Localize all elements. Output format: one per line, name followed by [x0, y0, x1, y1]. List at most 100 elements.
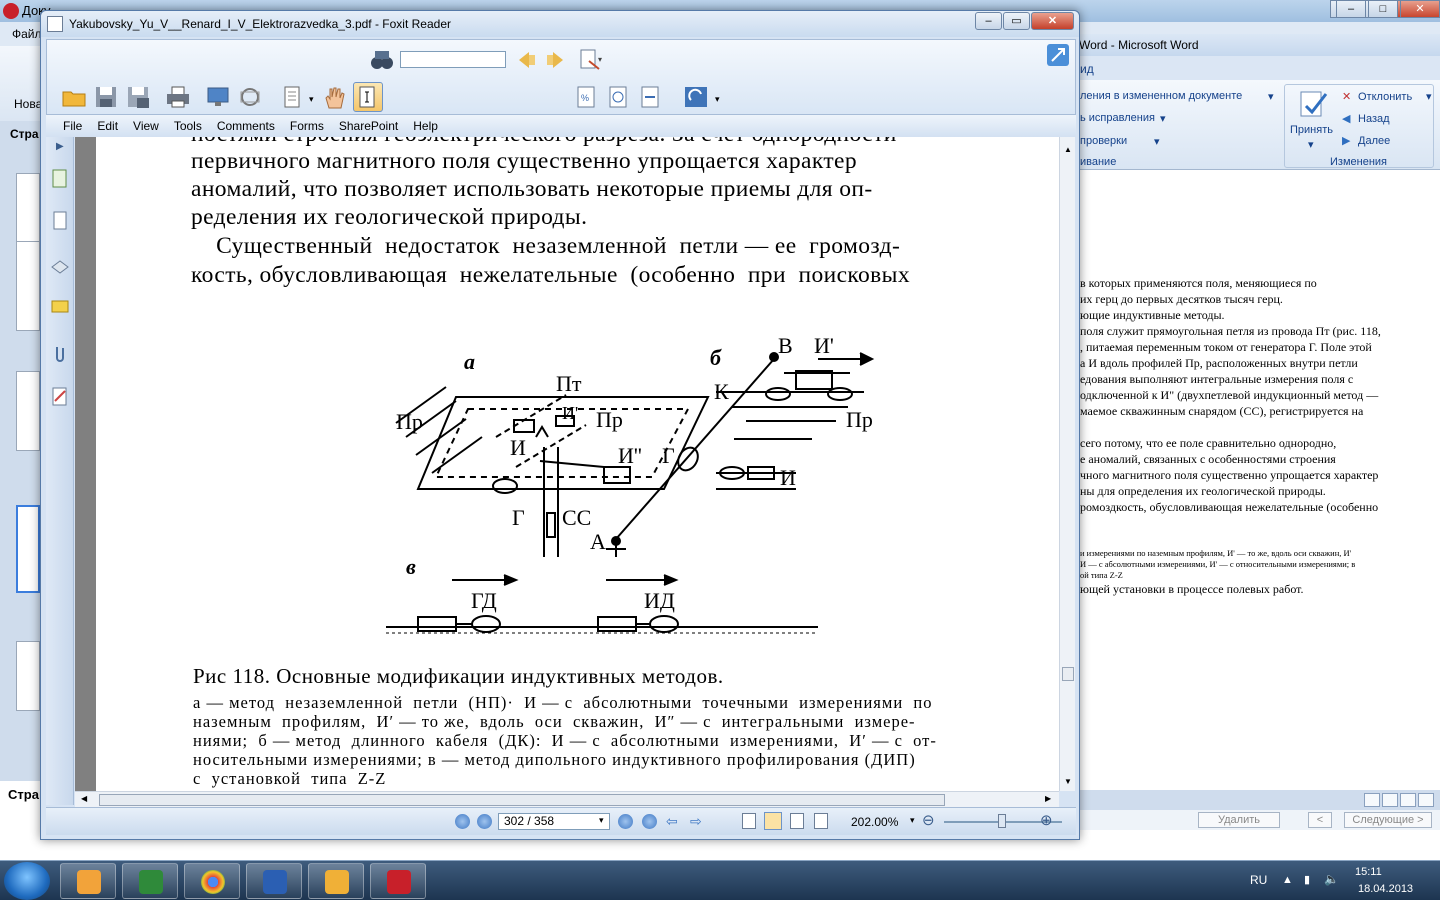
chevron-down-icon[interactable]: ▾ — [1426, 90, 1432, 103]
comments-icon[interactable] — [51, 299, 69, 319]
taskbar-word[interactable] — [246, 863, 302, 899]
page-thumbnail[interactable] — [16, 173, 40, 251]
save-icon[interactable] — [93, 84, 119, 110]
last-page-icon[interactable] — [642, 814, 657, 829]
menu-forms[interactable]: Forms — [290, 119, 324, 133]
menu-file[interactable]: File — [63, 119, 82, 133]
vertical-scrollbar[interactable]: ▲ ▼ — [1059, 137, 1075, 791]
close-icon[interactable]: ✕ — [1031, 12, 1074, 30]
web-layout-icon[interactable] — [1400, 793, 1416, 807]
zoom-in-icon[interactable]: ⊕ — [1040, 811, 1053, 829]
horizontal-scrollbar[interactable]: ◀ ▶ — [75, 791, 1059, 807]
search-options-icon[interactable]: ▾ — [577, 47, 603, 73]
clock-time[interactable]: 15:11 — [1355, 866, 1382, 878]
save-as-icon[interactable] — [125, 84, 151, 110]
taskbar-media-player[interactable] — [60, 863, 116, 899]
print-icon[interactable] — [165, 84, 191, 110]
page-number-field[interactable]: 302 / 358 — [498, 813, 610, 830]
next-change-button[interactable]: Далее — [1358, 135, 1390, 147]
signatures-icon[interactable] — [51, 387, 69, 407]
hand-tool-icon[interactable] — [321, 84, 347, 110]
menu-view[interactable]: View — [133, 119, 159, 133]
zoom-out-icon[interactable]: ⊖ — [922, 811, 935, 829]
outline-icon[interactable] — [1418, 793, 1434, 807]
zoom-level[interactable]: 202.00% — [851, 815, 898, 829]
chevron-down-icon[interactable]: ▾ — [715, 94, 720, 105]
bookmarks-icon[interactable] — [51, 169, 69, 189]
menu-tools[interactable]: Tools — [174, 119, 202, 133]
show-corrections-dropdown[interactable]: ь исправления — [1080, 112, 1155, 124]
close-icon[interactable]: ✕ — [1400, 0, 1440, 18]
page-thumbnail[interactable] — [16, 241, 40, 331]
maximize-icon[interactable]: ▭ — [1003, 12, 1030, 30]
previous-page-icon[interactable] — [477, 814, 492, 829]
taskbar-abbyy[interactable] — [370, 863, 426, 899]
go-back-icon[interactable]: ⇦ — [666, 813, 678, 830]
start-button[interactable] — [4, 862, 50, 900]
single-page-icon[interactable] — [742, 813, 756, 829]
expand-panel-icon[interactable]: ▶ — [56, 141, 64, 152]
volume-icon[interactable]: 🔈 — [1324, 872, 1339, 886]
taskbar-app-green[interactable] — [122, 863, 178, 899]
chevron-down-icon[interactable]: ▾ — [1160, 112, 1166, 125]
full-screen-icon[interactable] — [1382, 793, 1398, 807]
language-indicator[interactable]: RU — [1250, 873, 1267, 887]
zoom-slider-thumb[interactable] — [998, 814, 1006, 828]
scroll-right-icon[interactable]: ▶ — [1045, 794, 1051, 803]
menu-edit[interactable]: Edit — [97, 119, 118, 133]
continuous-icon[interactable] — [764, 812, 782, 830]
chevron-down-icon[interactable]: ▾ — [1308, 138, 1314, 151]
clock-date[interactable]: 18.04.2013 — [1358, 883, 1413, 895]
minimize-icon[interactable]: – — [975, 12, 1002, 30]
chevron-down-icon[interactable]: ▾ — [910, 815, 915, 826]
expand-icon[interactable] — [1047, 44, 1069, 66]
document-view-icon[interactable] — [279, 84, 305, 110]
rotate-icon[interactable] — [683, 84, 709, 110]
reviewing-pane-dropdown[interactable]: проверки — [1080, 135, 1127, 147]
page-thumbnail-selected[interactable] — [16, 505, 40, 593]
menu-help[interactable]: Help — [413, 119, 438, 133]
first-page-icon[interactable] — [455, 814, 470, 829]
word-document[interactable]: в которых применяются поля, меняющиеся п… — [1076, 170, 1440, 794]
binoculars-icon[interactable] — [369, 47, 395, 73]
scroll-down-icon[interactable]: ▼ — [1064, 777, 1072, 786]
accept-button[interactable]: Принять — [1290, 124, 1333, 136]
search-input[interactable] — [400, 51, 506, 68]
menu-sharepoint[interactable]: SharePoint — [339, 119, 398, 133]
network-icon[interactable]: ▮ — [1304, 873, 1310, 886]
layers-icon[interactable] — [51, 255, 69, 275]
minimize-icon[interactable]: – — [1336, 0, 1366, 18]
chevron-down-icon[interactable]: ▾ — [1154, 135, 1160, 148]
find-next-icon[interactable] — [543, 47, 569, 73]
open-folder-icon[interactable] — [61, 84, 87, 110]
word-tab-label[interactable]: ид — [1080, 62, 1094, 76]
delete-button[interactable]: Удалить — [1198, 812, 1280, 828]
chevron-down-icon[interactable]: ▾ — [599, 815, 604, 826]
next-icon[interactable]: ▶ — [1342, 134, 1350, 147]
menu-comments[interactable]: Comments — [217, 119, 275, 133]
actual-size-icon[interactable]: % — [573, 84, 599, 110]
taskbar-foxit[interactable] — [308, 863, 364, 899]
abbyy-menu-file[interactable]: Файл — [12, 27, 42, 41]
attachment-icon[interactable] — [51, 343, 69, 363]
taskbar-chrome[interactable] — [184, 863, 240, 899]
document-viewport[interactable]: постями строения геоэлектрического разре… — [75, 137, 1059, 791]
chevron-down-icon[interactable]: ▾ — [309, 94, 314, 105]
scrollbar-thumb[interactable] — [99, 794, 945, 806]
continuous-facing-icon[interactable] — [814, 813, 828, 829]
fit-page-icon[interactable] — [605, 84, 631, 110]
chevron-down-icon[interactable]: ▾ — [1268, 90, 1274, 103]
facing-icon[interactable] — [790, 813, 804, 829]
previous-change-button[interactable]: Назад — [1358, 113, 1390, 125]
page-thumbnail[interactable] — [16, 371, 40, 451]
abbyy-new-button[interactable]: Нова — [14, 97, 42, 111]
properties-icon[interactable] — [237, 84, 263, 110]
reject-icon[interactable]: ✕ — [1342, 90, 1351, 103]
previous-icon[interactable]: ◀ — [1342, 112, 1350, 125]
select-text-icon[interactable] — [353, 82, 383, 112]
print-layout-icon[interactable] — [1364, 793, 1380, 807]
scrollbar-thumb[interactable] — [1062, 667, 1074, 681]
fit-width-icon[interactable] — [637, 84, 663, 110]
go-forward-icon[interactable]: ⇨ — [690, 813, 702, 830]
pages-icon[interactable] — [51, 211, 69, 231]
